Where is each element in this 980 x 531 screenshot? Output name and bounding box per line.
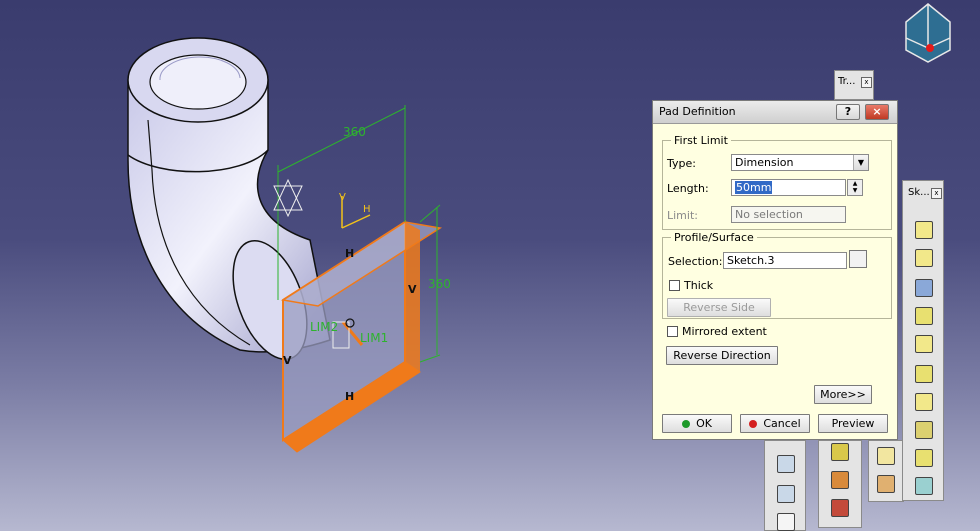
constraint-v-right: V [408, 283, 417, 296]
type-label: Type: [667, 157, 696, 170]
toolbar-bottom-right [868, 440, 904, 502]
dialog-titlebar[interactable]: Pad Definition ? × [653, 101, 897, 124]
limit-value: No selection [735, 208, 803, 221]
dialog-title: Pad Definition [659, 105, 736, 118]
toolbar-sketch-title: Sk... [908, 187, 930, 198]
cancel-label: Cancel [763, 417, 801, 430]
axis-h-label: H [363, 204, 371, 215]
toolbar-tr-close[interactable]: x [861, 77, 872, 88]
constraint-h-top: H [345, 247, 354, 260]
loft-icon[interactable] [915, 449, 933, 467]
rib-icon[interactable] [915, 365, 933, 383]
length-spinner[interactable]: ▲ ▼ [847, 179, 863, 196]
close-button[interactable]: × [865, 104, 889, 120]
reverse-side-button[interactable]: Reverse Side [667, 298, 771, 317]
preview-button[interactable]: Preview [818, 414, 888, 433]
tool-b-icon[interactable] [831, 471, 849, 489]
spring-icon[interactable] [777, 485, 795, 503]
hole-icon[interactable] [915, 335, 933, 353]
slot-icon[interactable] [915, 393, 933, 411]
dimension-right-label: 360 [428, 277, 451, 291]
groove-icon[interactable] [915, 307, 933, 325]
shaft-icon[interactable] [915, 279, 933, 297]
sketch-axis-icon [273, 178, 371, 229]
pad-definition-dialog: Pad Definition ? × First Limit Type: Dim… [652, 100, 898, 440]
more-button[interactable]: More>> [814, 385, 872, 404]
target-icon[interactable] [877, 447, 895, 465]
solid-icon[interactable] [877, 475, 895, 493]
limit-label: Limit: [667, 209, 698, 222]
reverse-direction-button[interactable]: Reverse Direction [666, 346, 778, 365]
length-label: Length: [667, 182, 709, 195]
profile-surface-legend: Profile/Surface [674, 231, 754, 244]
thick-checkbox[interactable] [669, 280, 680, 291]
limit-field[interactable]: No selection [731, 206, 846, 223]
mirrored-extent-checkbox[interactable] [667, 326, 678, 337]
toolbar-tr[interactable]: Tr... x [834, 70, 874, 100]
lim2-label: LIM2 [310, 320, 338, 334]
lim1-label: LIM1 [360, 331, 388, 345]
toolbar-tr-title: Tr... [838, 76, 856, 87]
dimension-top-label: 360 [343, 125, 366, 139]
thick-label: Thick [684, 279, 714, 292]
selection-value: Sketch.3 [727, 254, 775, 267]
cancel-button[interactable]: Cancel [740, 414, 810, 433]
spin-down-icon[interactable]: ▼ [848, 187, 862, 194]
help-icon[interactable] [777, 513, 795, 531]
spin-up-icon[interactable]: ▲ [848, 180, 862, 187]
tool-a-icon[interactable] [831, 443, 849, 461]
mirrored-extent-label: Mirrored extent [682, 325, 767, 338]
toolbar-bottom-left [764, 440, 806, 531]
tool-c-icon[interactable] [831, 499, 849, 517]
selection-label: Selection: [668, 255, 723, 268]
remove-loft-icon[interactable] [915, 477, 933, 495]
pocket-icon[interactable] [915, 249, 933, 267]
axis-v-label: V [339, 192, 346, 203]
help-button[interactable]: ? [836, 104, 860, 120]
cancel-icon [749, 420, 758, 428]
toolbar-bottom-mid [818, 440, 862, 528]
constraint-v-left: V [283, 354, 292, 367]
ok-button[interactable]: OK [662, 414, 732, 433]
toolbar-sketch-close[interactable]: x [931, 188, 942, 199]
compass-icon[interactable] [905, 3, 951, 63]
type-value: Dimension [735, 156, 794, 169]
length-value: 50mm [735, 181, 773, 194]
edit-sketch-icon[interactable] [849, 250, 867, 268]
constraint-h-bottom: H [345, 390, 354, 403]
selection-field[interactable]: Sketch.3 [723, 252, 847, 269]
ok-label: OK [696, 417, 712, 430]
cylinder-icon[interactable] [777, 455, 795, 473]
ok-icon [682, 420, 691, 428]
type-combo[interactable]: Dimension ▼ [731, 154, 869, 171]
first-limit-legend: First Limit [674, 134, 728, 147]
toolbar-sketch: Sk... x [902, 180, 944, 501]
stiffener-icon[interactable] [915, 421, 933, 439]
length-input[interactable]: 50mm [731, 179, 846, 196]
chevron-down-icon[interactable]: ▼ [853, 155, 868, 170]
pad-icon[interactable] [915, 221, 933, 239]
